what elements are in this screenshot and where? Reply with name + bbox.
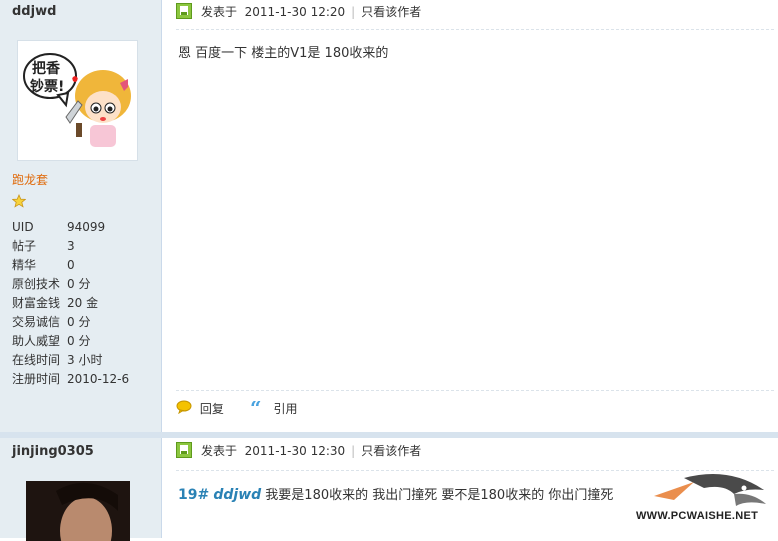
author-name[interactable]: ddjwd bbox=[12, 4, 56, 19]
eagle-logo-icon bbox=[654, 474, 766, 506]
divider bbox=[176, 390, 774, 391]
post-message-text: 我要是180收来的 我出门撞死 要不是180收来的 你出门撞死 bbox=[265, 488, 614, 503]
user-stats: UID 94099 帖子 3 精华 0 原创技术 0 分 财富金钱 20 金 交易诚信 0 … bbox=[12, 218, 129, 389]
watermark-text: WWW.PCWAISHE.NET bbox=[636, 510, 759, 522]
online-status-icon bbox=[176, 3, 192, 19]
only-author-link[interactable]: 只看该作者 bbox=[361, 444, 421, 458]
stat-money: 财富金钱 20 金 bbox=[12, 296, 99, 310]
floor-number[interactable]: 19# bbox=[178, 487, 209, 503]
post-time: 2011-1-30 12:30 bbox=[244, 444, 346, 458]
avatar-cartoon-image: 把香 钞票! bbox=[23, 53, 131, 147]
post-message: 恩 百度一下 楼主的V1是 180收来的 bbox=[178, 46, 389, 61]
post-meta: 发表于 2011-1-30 12:30 | 只看该作者 bbox=[176, 441, 421, 461]
post-content-area: 发表于 2011-1-30 12:20 | 只看该作者 恩 百度一下 楼主的V1是 … bbox=[162, 0, 778, 432]
quote-icon: “ bbox=[250, 396, 270, 420]
post-meta: 发表于 2011-1-30 12:20 | 只看该作者 bbox=[176, 2, 421, 22]
author-sidebar: jinjing0305 bbox=[0, 438, 162, 541]
svg-text:钞票!: 钞票! bbox=[30, 78, 64, 95]
stat-prestige: 助人威望 0 分 bbox=[12, 334, 91, 348]
quoted-user-link[interactable]: ddjwd bbox=[213, 487, 261, 503]
reply-button[interactable]: 回复 bbox=[200, 402, 224, 416]
online-status-icon bbox=[176, 442, 192, 458]
author-name[interactable]: jinjing0305 bbox=[12, 444, 94, 459]
site-watermark: WWW.PCWAISHE.NET bbox=[634, 470, 774, 530]
post-1: ddjwd 把香 钞票! 跑龙套 UID 94099 帖子 3 精华 0 原创技… bbox=[0, 0, 778, 432]
stat-tech: 原创技术 0 分 bbox=[12, 277, 91, 291]
svg-text:把香: 把香 bbox=[32, 60, 61, 77]
rank-title: 跑龙套 bbox=[12, 173, 49, 187]
star-icon bbox=[11, 193, 27, 211]
stat-registered: 注册时间 2010-12-6 bbox=[12, 372, 130, 386]
only-author-link[interactable]: 只看该作者 bbox=[361, 5, 421, 19]
stat-online: 在线时间 3 小时 bbox=[12, 353, 103, 367]
avatar-photo-image bbox=[26, 481, 130, 541]
stat-posts: 帖子 3 bbox=[12, 239, 75, 253]
reply-icon bbox=[176, 400, 196, 417]
post-time: 2011-1-30 12:20 bbox=[244, 5, 346, 19]
svg-text:“: “ bbox=[250, 401, 262, 413]
stat-trust: 交易诚信 0 分 bbox=[12, 315, 91, 329]
quote-button[interactable]: 引用 bbox=[274, 402, 298, 416]
stat-uid: UID 94099 bbox=[12, 220, 106, 234]
avatar[interactable]: 把香 钞票! bbox=[17, 40, 138, 161]
author-sidebar: ddjwd 把香 钞票! 跑龙套 UID 94099 帖子 3 精华 0 原创技… bbox=[0, 0, 162, 432]
post-actions: 回复 “ 引用 bbox=[176, 396, 298, 420]
post-message: 19# ddjwd 我要是180收来的 我出门撞死 要不是180收来的 你出门撞… bbox=[178, 484, 613, 503]
avatar[interactable] bbox=[26, 481, 130, 541]
stat-digest: 精华 0 bbox=[12, 258, 75, 272]
divider bbox=[176, 29, 774, 30]
